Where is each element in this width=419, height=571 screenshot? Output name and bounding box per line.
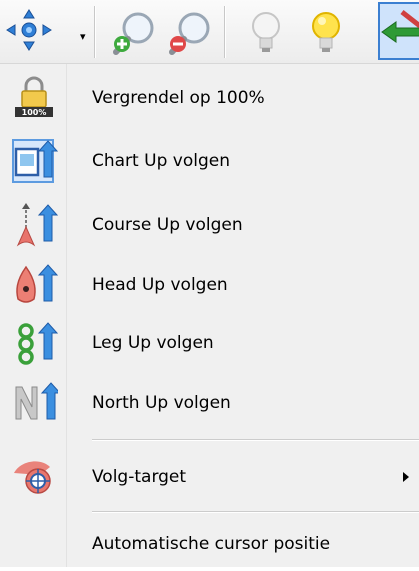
lock-badge-text: 100% bbox=[21, 108, 47, 117]
menu-item-label: North Up volgen bbox=[92, 393, 231, 413]
menu-item-label: Head Up volgen bbox=[92, 275, 228, 295]
menu-separator bbox=[92, 439, 419, 441]
menu-item-course-up[interactable]: Course Up volgen bbox=[0, 198, 419, 252]
menu-item-label: Chart Up volgen bbox=[92, 151, 230, 171]
lightbulb-off-icon bbox=[252, 12, 280, 52]
zoom-out-icon bbox=[169, 12, 210, 55]
target-icon bbox=[10, 453, 58, 501]
submenu-arrow-icon bbox=[403, 472, 409, 482]
light-off-button[interactable] bbox=[240, 8, 292, 58]
menu-separator bbox=[92, 511, 419, 513]
toolbar-separator bbox=[224, 6, 226, 58]
menu-item-label: Automatische cursor positie bbox=[92, 534, 331, 554]
menu-item-leg-up[interactable]: Leg Up volgen bbox=[0, 316, 419, 370]
lightbulb-on-icon bbox=[312, 12, 340, 52]
menu-item-lock-100[interactable]: 100% Vergrendel op 100% bbox=[0, 71, 419, 125]
menu-item-label: Vergrendel op 100% bbox=[92, 88, 265, 108]
chart-up-icon bbox=[10, 137, 59, 185]
zoom-out-button[interactable] bbox=[164, 8, 216, 58]
light-on-button[interactable] bbox=[300, 8, 352, 58]
pan-dropdown-arrow-icon[interactable]: ▾ bbox=[80, 30, 86, 43]
menu-item-north-up[interactable]: North Up volgen bbox=[0, 376, 419, 430]
menu-item-label: Leg Up volgen bbox=[92, 333, 214, 353]
pan-icon bbox=[6, 9, 52, 51]
menu-item-label: Course Up volgen bbox=[92, 215, 243, 235]
toolbar: ▾ bbox=[0, 0, 419, 64]
menu-item-chart-up[interactable]: Chart Up volgen bbox=[0, 134, 419, 188]
north-up-icon bbox=[10, 379, 62, 427]
menu-item-head-up[interactable]: Head Up volgen bbox=[0, 258, 419, 312]
lock-100-icon: 100% bbox=[10, 74, 58, 122]
zoom-in-button[interactable] bbox=[108, 8, 160, 58]
route-button[interactable] bbox=[378, 2, 419, 60]
context-menu: 100% Vergrendel op 100% Chart Up volgen … bbox=[0, 64, 419, 567]
toolbar-separator bbox=[94, 6, 96, 58]
zoom-in-icon bbox=[113, 12, 154, 55]
course-up-icon bbox=[10, 201, 59, 249]
pan-button[interactable] bbox=[4, 8, 74, 58]
menu-item-follow-target[interactable]: Volg-target bbox=[0, 450, 419, 504]
head-up-icon bbox=[10, 261, 59, 309]
route-arrow-icon bbox=[381, 10, 419, 43]
menu-item-label: Volg-target bbox=[92, 467, 187, 487]
leg-up-icon bbox=[10, 319, 59, 367]
menu-item-auto-cursor[interactable]: Automatische cursor positie bbox=[0, 517, 419, 571]
